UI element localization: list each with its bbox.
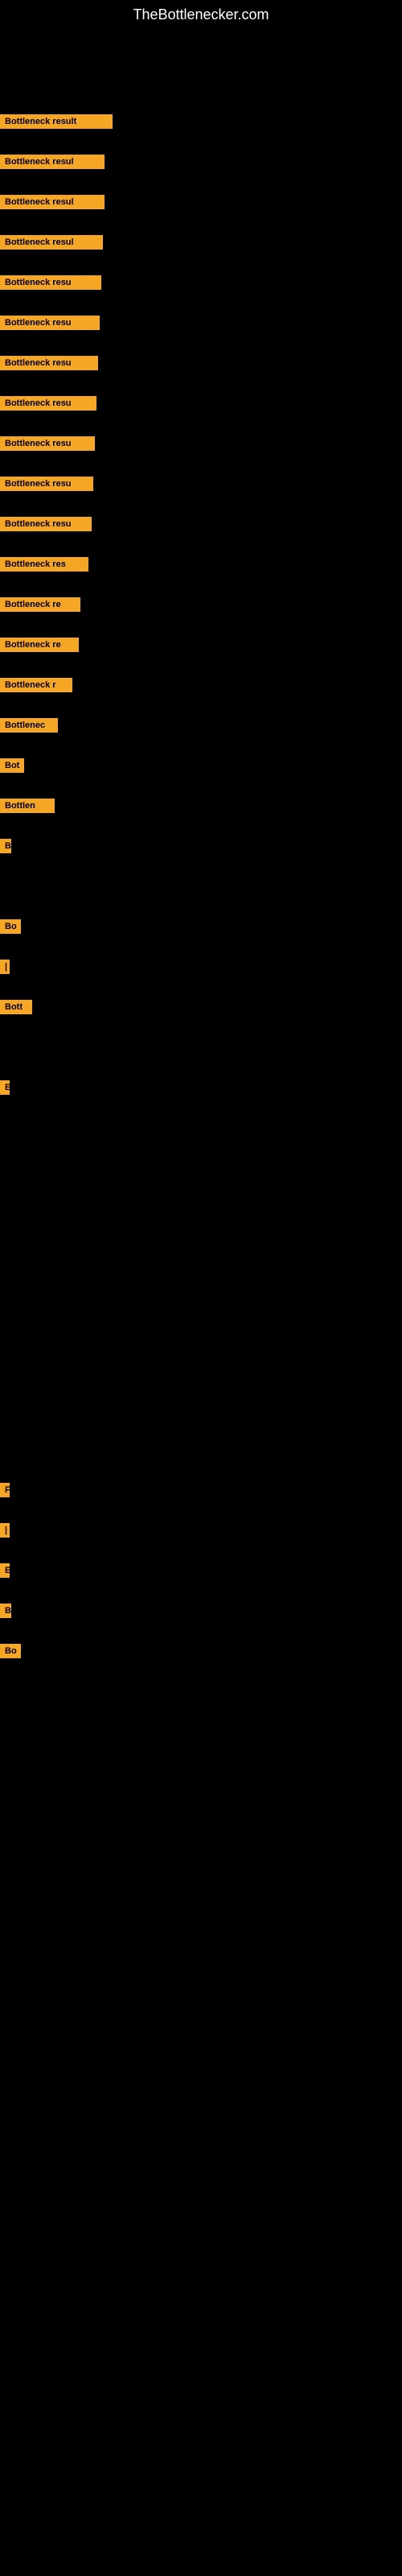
bottleneck-result-badge[interactable]: |: [0, 960, 10, 974]
bottleneck-result-badge[interactable]: Bottleneck resul: [0, 155, 105, 169]
bottleneck-result-badge[interactable]: Bottleneck result: [0, 114, 113, 129]
bottleneck-result-badge[interactable]: Bottleneck resu: [0, 477, 93, 491]
bottleneck-result-badge[interactable]: E: [0, 1563, 10, 1578]
bottleneck-result-badge[interactable]: Bottleneck resu: [0, 517, 92, 531]
bottleneck-result-badge[interactable]: Bottleneck resu: [0, 436, 95, 451]
bottleneck-result-badge[interactable]: Bottlen: [0, 799, 55, 813]
bottleneck-result-badge[interactable]: Bottleneck resu: [0, 396, 96, 411]
bottleneck-result-badge[interactable]: F: [0, 1483, 10, 1497]
bottleneck-result-badge[interactable]: Bo: [0, 1644, 21, 1658]
bottleneck-result-badge[interactable]: |: [0, 1523, 10, 1538]
bottleneck-result-badge[interactable]: Bottleneck resul: [0, 195, 105, 209]
bottleneck-result-badge[interactable]: Bottleneck re: [0, 597, 80, 612]
bottleneck-result-badge[interactable]: E: [0, 1080, 10, 1095]
bottleneck-result-badge[interactable]: Bottleneck resul: [0, 235, 103, 250]
bottleneck-result-badge[interactable]: Bottleneck r: [0, 678, 72, 692]
bottleneck-result-badge[interactable]: Bot: [0, 758, 24, 773]
bottleneck-result-badge[interactable]: Bottleneck re: [0, 638, 79, 652]
bottleneck-result-badge[interactable]: Bottleneck res: [0, 557, 88, 572]
site-title: TheBottlenecker.com: [0, 0, 402, 30]
bottleneck-result-badge[interactable]: Bottleneck resu: [0, 275, 101, 290]
bottleneck-result-badge[interactable]: Bo: [0, 919, 21, 934]
site-header: TheBottlenecker.com: [0, 0, 402, 30]
bottleneck-result-badge[interactable]: Bottlenec: [0, 718, 58, 733]
bottleneck-result-badge[interactable]: Bott: [0, 1000, 32, 1014]
bottleneck-result-badge[interactable]: Bottleneck resu: [0, 316, 100, 330]
bottleneck-result-badge[interactable]: B: [0, 1604, 11, 1618]
bottleneck-result-badge[interactable]: B: [0, 839, 11, 853]
bottleneck-result-badge[interactable]: Bottleneck resu: [0, 356, 98, 370]
